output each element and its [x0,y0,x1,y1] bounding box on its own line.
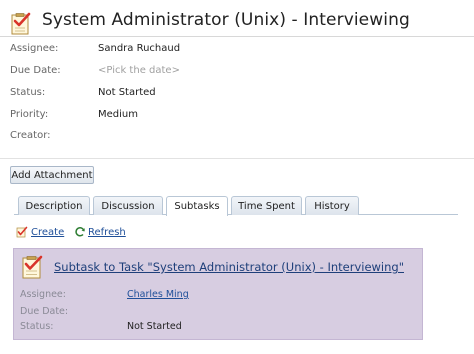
subtask-assignee-link[interactable]: Charles Ming [127,289,189,300]
create-task-icon[interactable] [16,226,28,238]
subtask-title-link[interactable]: Subtask to Task "System Administrator (U… [54,260,404,274]
refresh-icon[interactable] [74,226,86,238]
task-checklist-icon [11,12,31,35]
create-link[interactable]: Create [31,227,64,238]
tab-subtasks[interactable]: Subtasks [166,196,228,216]
page-title: System Administrator (Unix) - Interviewi… [42,10,410,30]
subtask-due-date-label: Due Date: [20,306,69,317]
title-divider [0,36,474,37]
status-label: Status: [10,87,46,98]
assignee-value[interactable]: Sandra Ruchaud [98,43,180,54]
subtask-status-label: Status: [20,321,54,332]
assignee-label: Assignee: [10,43,59,54]
tab-discussion[interactable]: Discussion [93,196,163,215]
subtask-status-value: Not Started [127,321,182,332]
tab-time-spent[interactable]: Time Spent [231,196,302,215]
status-value[interactable]: Not Started [98,87,156,98]
subtask-checklist-icon [22,255,43,279]
due-date-label: Due Date: [10,65,61,76]
subtask-assignee-label: Assignee: [20,289,66,300]
section-divider [0,158,474,159]
add-attachment-button[interactable]: Add Attachment [10,166,94,184]
refresh-link[interactable]: Refresh [88,227,126,238]
due-date-picker[interactable]: <Pick the date> [98,65,180,76]
tab-description[interactable]: Description [18,196,90,215]
priority-value[interactable]: Medium [98,109,138,120]
tab-history[interactable]: History [305,196,359,215]
creator-label: Creator: [10,130,51,141]
priority-label: Priority: [10,109,49,120]
